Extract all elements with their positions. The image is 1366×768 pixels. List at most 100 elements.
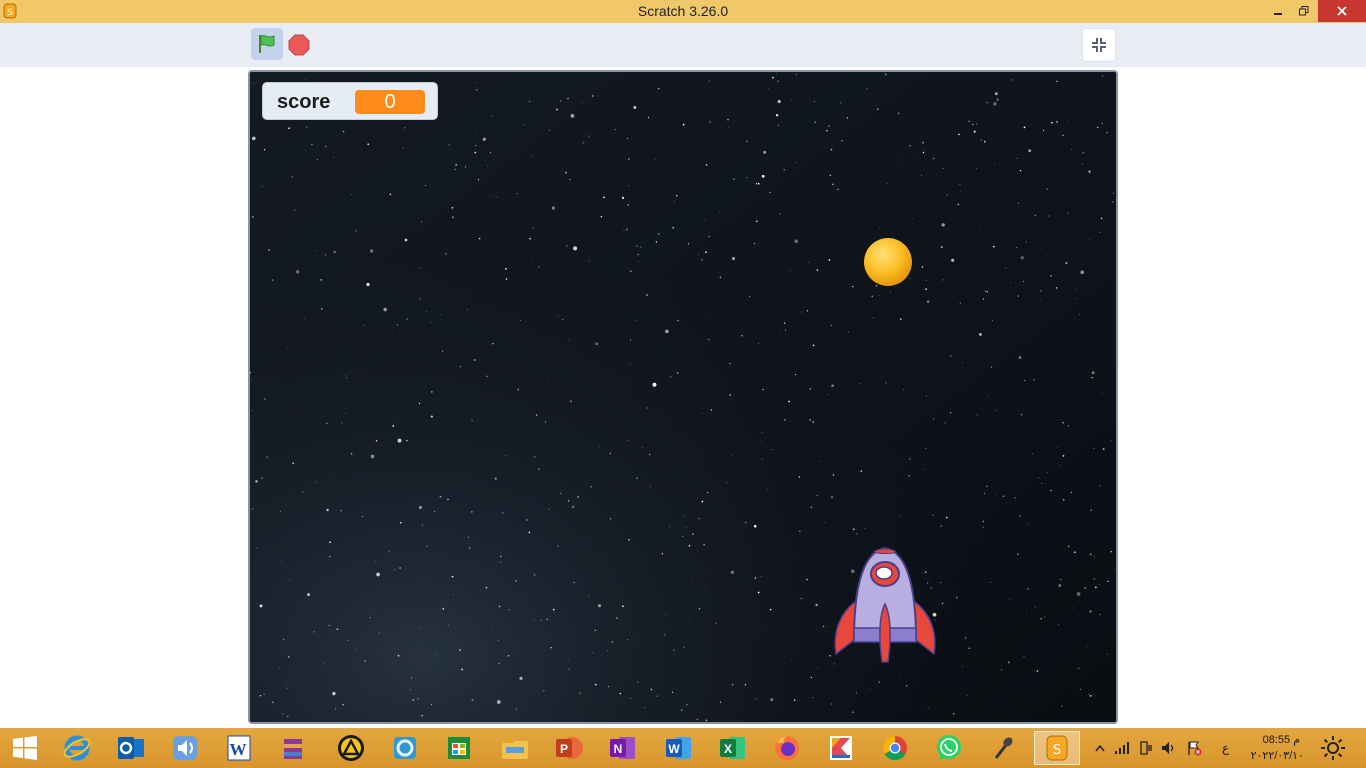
star <box>970 327 972 329</box>
star <box>984 493 986 495</box>
taskbar-internet-explorer[interactable] <box>54 731 100 765</box>
star <box>1079 688 1082 691</box>
show-hidden-icons-button[interactable] <box>1092 740 1108 756</box>
star <box>1005 267 1007 269</box>
star <box>939 581 942 584</box>
star <box>347 639 349 641</box>
star <box>982 520 985 523</box>
network-tray[interactable] <box>1114 740 1130 756</box>
star <box>944 422 946 424</box>
star <box>369 617 371 619</box>
star <box>496 196 498 198</box>
taskbar-kotlin[interactable] <box>818 731 864 765</box>
star <box>959 183 961 185</box>
taskbar-microphone-app[interactable] <box>980 731 1026 765</box>
exit-fullscreen-button[interactable] <box>1082 28 1116 62</box>
taskbar-powerpoint[interactable]: P <box>546 731 592 765</box>
taskbar-winrar[interactable] <box>270 731 316 765</box>
score-variable-monitor[interactable]: score 0 <box>262 82 438 120</box>
green-flag-button[interactable] <box>251 28 283 60</box>
brightness-button[interactable] <box>1316 731 1350 765</box>
whatsapp-icon <box>937 735 961 760</box>
taskbar-word-2003[interactable]: W <box>216 731 262 765</box>
taskbar-onenote[interactable]: N <box>600 731 646 765</box>
star <box>1060 420 1062 421</box>
star <box>885 382 887 384</box>
close-button[interactable] <box>1318 0 1366 22</box>
star <box>263 149 266 151</box>
star <box>816 494 818 497</box>
clock-date[interactable]: ٢٠٢٢/٠٣/١٠ <box>1240 749 1304 762</box>
star <box>905 685 908 687</box>
action-center-tray[interactable] <box>1186 740 1202 756</box>
taskbar-chrome[interactable] <box>872 731 918 765</box>
star <box>1062 421 1065 424</box>
star <box>726 482 728 484</box>
star <box>367 143 370 146</box>
minimize-button[interactable] <box>1266 0 1290 22</box>
clock-time[interactable]: 08:55 م <box>1240 733 1300 746</box>
star <box>957 203 959 206</box>
windows-taskbar: W P N W X S ع 08:55 م ٢٠٢٢/٠٣/١٠ <box>0 728 1366 768</box>
star <box>529 237 531 240</box>
input-language-indicator[interactable]: ع <box>1222 741 1229 755</box>
star <box>942 279 944 281</box>
star <box>399 521 402 524</box>
star <box>1010 281 1012 283</box>
star <box>754 577 757 579</box>
taskbar-outlook[interactable] <box>108 731 154 765</box>
star <box>666 221 668 223</box>
star <box>251 508 254 510</box>
star <box>990 366 993 368</box>
taskbar-circle-app[interactable] <box>382 731 428 765</box>
star <box>394 569 396 571</box>
star <box>899 159 900 161</box>
star <box>1110 550 1112 553</box>
star <box>475 131 477 133</box>
star <box>528 100 531 103</box>
stage[interactable]: score 0 <box>248 70 1118 724</box>
taskbar-file-explorer[interactable] <box>492 731 538 765</box>
ball-sprite[interactable] <box>862 236 914 288</box>
star <box>567 658 569 660</box>
star <box>626 439 629 441</box>
star <box>1048 215 1050 217</box>
star <box>796 162 798 164</box>
taskbar-scratch[interactable]: S <box>1034 731 1080 765</box>
taskbar-audio-app[interactable] <box>162 731 208 765</box>
battery-tray[interactable] <box>1138 740 1154 756</box>
star <box>1044 616 1046 618</box>
star <box>378 632 380 634</box>
star <box>1112 201 1114 203</box>
star <box>489 152 491 154</box>
star <box>831 384 834 388</box>
star <box>922 469 924 470</box>
star <box>766 489 768 491</box>
star <box>1062 498 1065 501</box>
taskbar-whatsapp[interactable] <box>926 731 972 765</box>
taskbar-word[interactable]: W <box>656 731 702 765</box>
star <box>482 137 486 141</box>
star <box>672 226 675 229</box>
star <box>927 707 929 709</box>
taskbar-archicad[interactable] <box>328 731 374 765</box>
star <box>475 144 477 147</box>
star <box>622 605 624 608</box>
volume-tray[interactable] <box>1160 740 1176 756</box>
rocketship-sprite[interactable] <box>830 544 940 668</box>
star <box>1062 455 1065 457</box>
star <box>986 291 989 293</box>
star <box>828 125 830 127</box>
restore-button[interactable] <box>1292 0 1316 22</box>
star <box>689 618 691 620</box>
word-icon: W <box>666 737 691 759</box>
taskbar-store[interactable] <box>436 731 482 765</box>
star <box>609 452 612 455</box>
stop-button[interactable] <box>287 33 311 57</box>
star <box>535 414 538 416</box>
star <box>855 692 857 694</box>
start-button[interactable] <box>2 731 48 765</box>
star <box>962 665 963 667</box>
taskbar-excel[interactable]: X <box>710 731 756 765</box>
taskbar-firefox[interactable] <box>764 731 810 765</box>
